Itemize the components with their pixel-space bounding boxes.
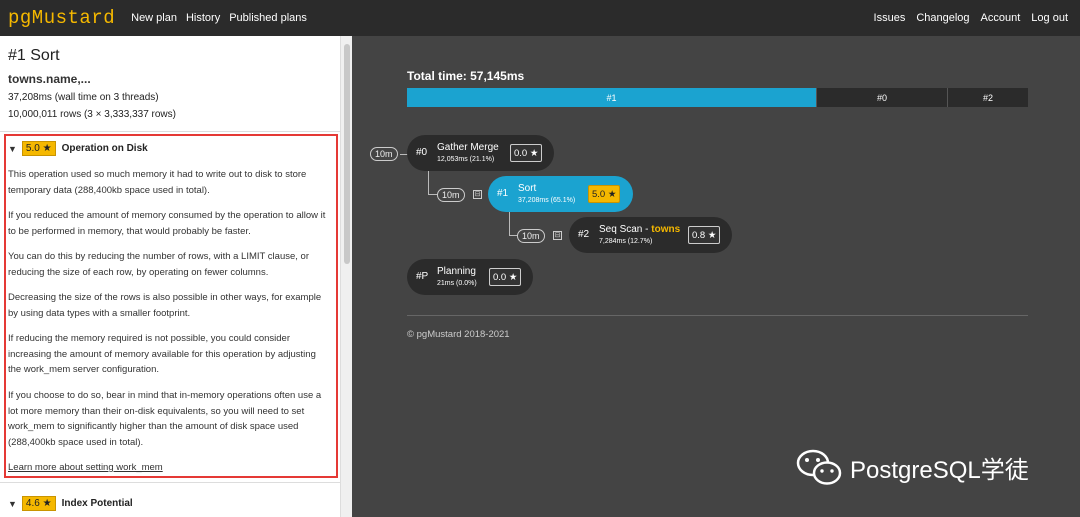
collapse-icon[interactable]: ⊟ <box>473 190 482 199</box>
chevron-down-icon[interactable]: ▼ <box>8 499 17 509</box>
wechat-icon <box>796 449 842 485</box>
node-name: Gather Merge <box>437 142 499 153</box>
rows-pill: 10m <box>437 188 465 202</box>
nav-account[interactable]: Account <box>981 12 1021 24</box>
node-time: 7,284ms (12.7%) <box>599 238 653 245</box>
divider <box>0 482 340 483</box>
chevron-down-icon[interactable]: ▼ <box>8 144 17 154</box>
top-nav: pgMustard New plan History Published pla… <box>0 0 1080 36</box>
tip-score-badge: 4.6 ★ <box>21 496 56 511</box>
tip-paragraph: If you reduced the amount of memory cons… <box>8 210 326 237</box>
node-id: #0 <box>416 147 428 158</box>
node-time: 37,208ms (65.1%) <box>518 197 576 204</box>
nav-right: Issues Changelog Account Log out <box>863 0 1068 36</box>
nav-published-plans[interactable]: Published plans <box>229 12 307 24</box>
plan-node-1[interactable]: #1 Sort 37,208ms (65.1%) 5.0 ★ <box>488 176 633 212</box>
node-id: #2 <box>578 229 590 240</box>
tip-score-badge: 5.0 ★ <box>21 141 56 156</box>
node-op: Seq Scan - <box>599 224 652 235</box>
node-score: 5.0 ★ <box>588 185 621 203</box>
scrollbar-thumb[interactable] <box>344 44 350 264</box>
collapse-icon[interactable]: ⊟ <box>553 231 562 240</box>
footer-divider <box>407 315 1028 316</box>
tip-paragraph: If reducing the memory required is not p… <box>8 333 316 375</box>
watermark-text: PostgreSQL学徒 <box>850 456 1029 484</box>
node-id: #P <box>416 271 429 282</box>
nav-history[interactable]: History <box>186 12 220 24</box>
tip-header[interactable]: ▼ 5.0 ★ Operation on Disk <box>8 141 148 156</box>
node-score: 0.0 ★ <box>489 268 522 286</box>
node-score: 0.8 ★ <box>688 226 721 244</box>
node-name: Seq Scan - towns <box>599 224 680 235</box>
node-relation: towns <box>651 224 681 235</box>
plan-node-2[interactable]: #2 Seq Scan - towns 7,284ms (12.7%) 0.8 … <box>569 217 732 253</box>
watermark: PostgreSQL学徒 <box>796 447 1029 487</box>
tip-header-index-potential[interactable]: ▼ 4.6 ★ Index Potential <box>8 496 133 511</box>
learn-more-link[interactable]: Learn more about setting work_mem <box>8 462 163 473</box>
node-name: Planning <box>437 266 476 277</box>
tip-paragraph: If you choose to do so, bear in mind tha… <box>8 390 322 448</box>
tip-paragraph: You can do this by reducing the number o… <box>8 251 309 278</box>
tip-paragraph: Decreasing the size of the rows is also … <box>8 292 322 319</box>
nav-changelog[interactable]: Changelog <box>916 12 969 24</box>
details-scrollbar[interactable] <box>340 36 352 517</box>
node-score: 0.0 ★ <box>510 144 543 162</box>
logo[interactable]: pgMustard <box>8 7 115 29</box>
rows-pill: 10m <box>517 229 545 243</box>
copyright: © pgMustard 2018-2021 <box>407 329 510 340</box>
nav-new-plan[interactable]: New plan <box>131 12 177 24</box>
tip-title: Operation on Disk <box>61 143 148 154</box>
node-time-line: 37,208ms (wall time on 3 threads) <box>8 92 159 103</box>
details-pane: #1 Sort towns.name,... 37,208ms (wall ti… <box>0 36 352 517</box>
timing-bar: #1 #0 #2 <box>407 88 1028 107</box>
tree-connector <box>428 170 438 195</box>
node-time: 21ms (0.0%) <box>437 280 477 287</box>
node-time: 12,053ms (21.1%) <box>437 156 495 163</box>
tip-paragraph: This operation used so much memory it ha… <box>8 169 307 196</box>
total-time-label: Total time: 57,145ms <box>407 69 525 83</box>
node-name: Sort <box>518 183 537 194</box>
plan-node-0[interactable]: #0 Gather Merge 12,053ms (21.1%) 0.0 ★ <box>407 135 554 171</box>
node-rows-line: 10,000,011 rows (3 × 3,333,337 rows) <box>8 109 176 120</box>
rows-pill: 10m <box>370 147 398 161</box>
nav-issues[interactable]: Issues <box>874 12 906 24</box>
node-id: #1 <box>497 188 509 199</box>
nav-logout[interactable]: Log out <box>1031 12 1068 24</box>
divider <box>0 131 340 132</box>
timing-segment-2[interactable]: #2 <box>947 88 1028 107</box>
plan-node-planning[interactable]: #P Planning 21ms (0.0%) 0.0 ★ <box>407 259 533 295</box>
tip-title: Index Potential <box>61 498 133 509</box>
node-title: #1 Sort <box>8 47 60 64</box>
timing-segment-1[interactable]: #1 <box>407 88 816 107</box>
timing-segment-0[interactable]: #0 <box>816 88 947 107</box>
node-subtitle: towns.name,... <box>8 72 91 86</box>
